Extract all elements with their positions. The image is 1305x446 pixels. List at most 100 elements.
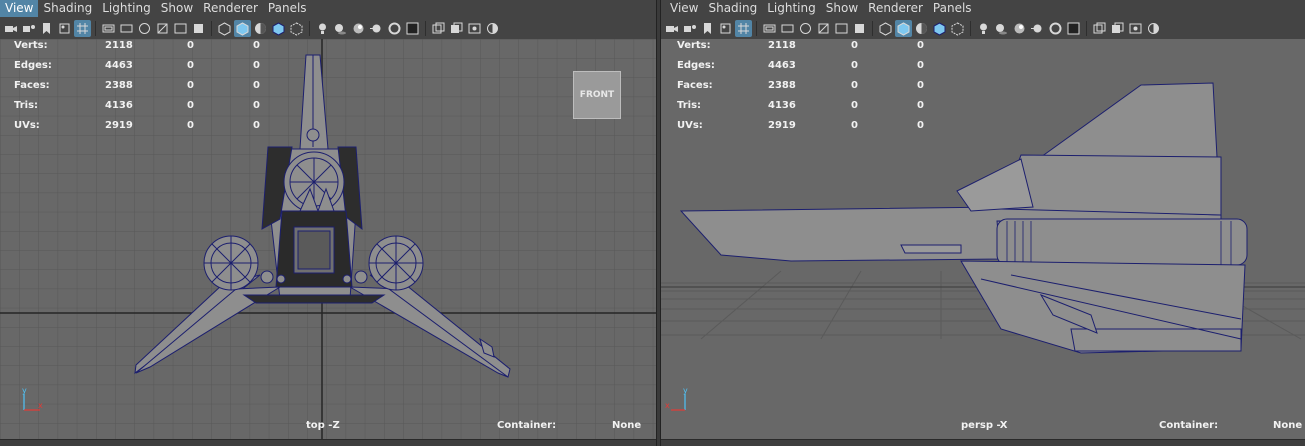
- hud-value: 2919: [768, 120, 796, 131]
- xray-active-icon[interactable]: [1127, 20, 1144, 37]
- gamma-icon[interactable]: [1145, 20, 1162, 37]
- wireframe-on-shaded-icon[interactable]: [270, 20, 287, 37]
- motion-blur-icon[interactable]: [368, 20, 385, 37]
- isolate-select-icon[interactable]: [430, 20, 447, 37]
- default-material-icon[interactable]: [913, 20, 930, 37]
- hud-value: 0: [917, 80, 924, 91]
- axis-x-label: x: [665, 401, 670, 410]
- camera-attributes-icon[interactable]: [681, 20, 698, 37]
- motion-blur-icon[interactable]: [1029, 20, 1046, 37]
- wireframe-icon[interactable]: [216, 20, 233, 37]
- xray-active-icon[interactable]: [466, 20, 483, 37]
- bookmark-icon[interactable]: [699, 20, 716, 37]
- wireframe-icon[interactable]: [877, 20, 894, 37]
- panel-status-strip: [0, 439, 656, 446]
- toolbar-separator: [1086, 20, 1087, 36]
- depth-of-field-icon[interactable]: [404, 20, 421, 37]
- resolution-gate-icon[interactable]: [779, 20, 796, 37]
- hud-value: 0: [917, 60, 924, 71]
- hud-row: Tris: 4136 0 0: [0, 99, 300, 113]
- hud-value: 0: [187, 40, 194, 51]
- resolution-gate-icon[interactable]: [118, 20, 135, 37]
- hud-value: 4136: [768, 100, 796, 111]
- hud-label: Tris:: [14, 100, 39, 111]
- viewport-persp[interactable]: Verts: 2118 0 0 Edges: 4463 0 0 Faces: 2388 0 0 Tris…: [661, 39, 1305, 440]
- camera-icon[interactable]: [663, 20, 680, 37]
- lights-icon[interactable]: [975, 20, 992, 37]
- hud-value: 4463: [105, 60, 133, 71]
- gate-mask-icon[interactable]: [136, 20, 153, 37]
- safe-action-icon[interactable]: [172, 20, 189, 37]
- menu-lighting[interactable]: Lighting: [762, 0, 821, 17]
- screen-space-ao-icon[interactable]: [1011, 20, 1028, 37]
- menu-panels[interactable]: Panels: [263, 0, 312, 17]
- screen-space-ao-icon[interactable]: [350, 20, 367, 37]
- anti-alias-icon[interactable]: [386, 20, 403, 37]
- smooth-shade-icon[interactable]: [895, 19, 912, 37]
- default-material-icon[interactable]: [252, 20, 269, 37]
- wireframe-on-shaded-icon[interactable]: [931, 20, 948, 37]
- hud-value: 0: [187, 100, 194, 111]
- lights-icon[interactable]: [314, 20, 331, 37]
- axis-y-label: y: [22, 386, 27, 395]
- menu-view[interactable]: View: [0, 0, 39, 17]
- menu-shading[interactable]: Shading: [38, 0, 97, 17]
- panel-menubar: View Shading Lighting Show Renderer Pane…: [661, 0, 1305, 17]
- grid-toggle-icon[interactable]: [74, 19, 91, 37]
- menu-show[interactable]: Show: [156, 0, 198, 17]
- hud-value: 0: [253, 60, 260, 71]
- isolate-icon[interactable]: [851, 20, 868, 37]
- hud-row: Verts: 2118 0 0: [0, 39, 300, 53]
- toolbar-separator: [970, 20, 971, 36]
- viewcube[interactable]: FRONT: [573, 71, 621, 119]
- shadows-icon[interactable]: [993, 20, 1010, 37]
- xray-icon[interactable]: [288, 20, 305, 37]
- menu-view[interactable]: View: [661, 0, 703, 17]
- hud-value: 0: [851, 60, 858, 71]
- safe-action-icon[interactable]: [833, 20, 850, 37]
- hud-row: UVs: 2919 0 0: [661, 119, 961, 133]
- hud-value: 0: [253, 100, 260, 111]
- field-chart-icon[interactable]: [815, 20, 832, 37]
- image-plane-icon[interactable]: [56, 20, 73, 37]
- xray-joints-icon[interactable]: [448, 20, 465, 37]
- menu-show[interactable]: Show: [821, 0, 863, 17]
- hud-row: Tris: 4136 0 0: [661, 99, 961, 113]
- shadows-icon[interactable]: [332, 20, 349, 37]
- toolbar-separator: [872, 20, 873, 36]
- camera-attributes-icon[interactable]: [20, 20, 37, 37]
- menu-renderer[interactable]: Renderer: [863, 0, 928, 17]
- viewcube-label: FRONT: [579, 90, 615, 100]
- xray-joints-icon[interactable]: [1109, 20, 1126, 37]
- gamma-icon[interactable]: [484, 20, 501, 37]
- gate-mask-icon[interactable]: [797, 20, 814, 37]
- panel-menubar: View Shading Lighting Show Renderer Pane…: [0, 0, 656, 17]
- xray-icon[interactable]: [949, 20, 966, 37]
- hud-value: 0: [253, 120, 260, 131]
- hud-value: 4136: [105, 100, 133, 111]
- anti-alias-icon[interactable]: [1047, 20, 1064, 37]
- image-plane-icon[interactable]: [717, 20, 734, 37]
- grid-toggle-icon[interactable]: [735, 19, 752, 37]
- camera-icon[interactable]: [2, 20, 19, 37]
- field-chart-icon[interactable]: [154, 20, 171, 37]
- menu-renderer[interactable]: Renderer: [198, 0, 263, 17]
- bookmark-icon[interactable]: [38, 20, 55, 37]
- hud-value: 0: [851, 100, 858, 111]
- film-gate-icon[interactable]: [100, 20, 117, 37]
- hud-value: 0: [187, 80, 194, 91]
- smooth-shade-icon[interactable]: [234, 19, 251, 37]
- film-gate-icon[interactable]: [761, 20, 778, 37]
- viewport-top[interactable]: Verts: 2118 0 0 Edges: 4463 0 0 Faces: 2388 0 0 Tris…: [0, 39, 656, 440]
- isolate-select-icon[interactable]: [1091, 20, 1108, 37]
- hud-value: 4463: [768, 60, 796, 71]
- menu-shading[interactable]: Shading: [703, 0, 762, 17]
- menu-lighting[interactable]: Lighting: [97, 0, 156, 17]
- depth-of-field-icon[interactable]: [1065, 20, 1082, 37]
- menu-panels[interactable]: Panels: [928, 0, 977, 17]
- hud-row: Faces: 2388 0 0: [661, 79, 961, 93]
- hud-row: Faces: 2388 0 0: [0, 79, 300, 93]
- isolate-icon[interactable]: [190, 20, 207, 37]
- hud-value: 0: [917, 40, 924, 51]
- hud-value: 0: [187, 120, 194, 131]
